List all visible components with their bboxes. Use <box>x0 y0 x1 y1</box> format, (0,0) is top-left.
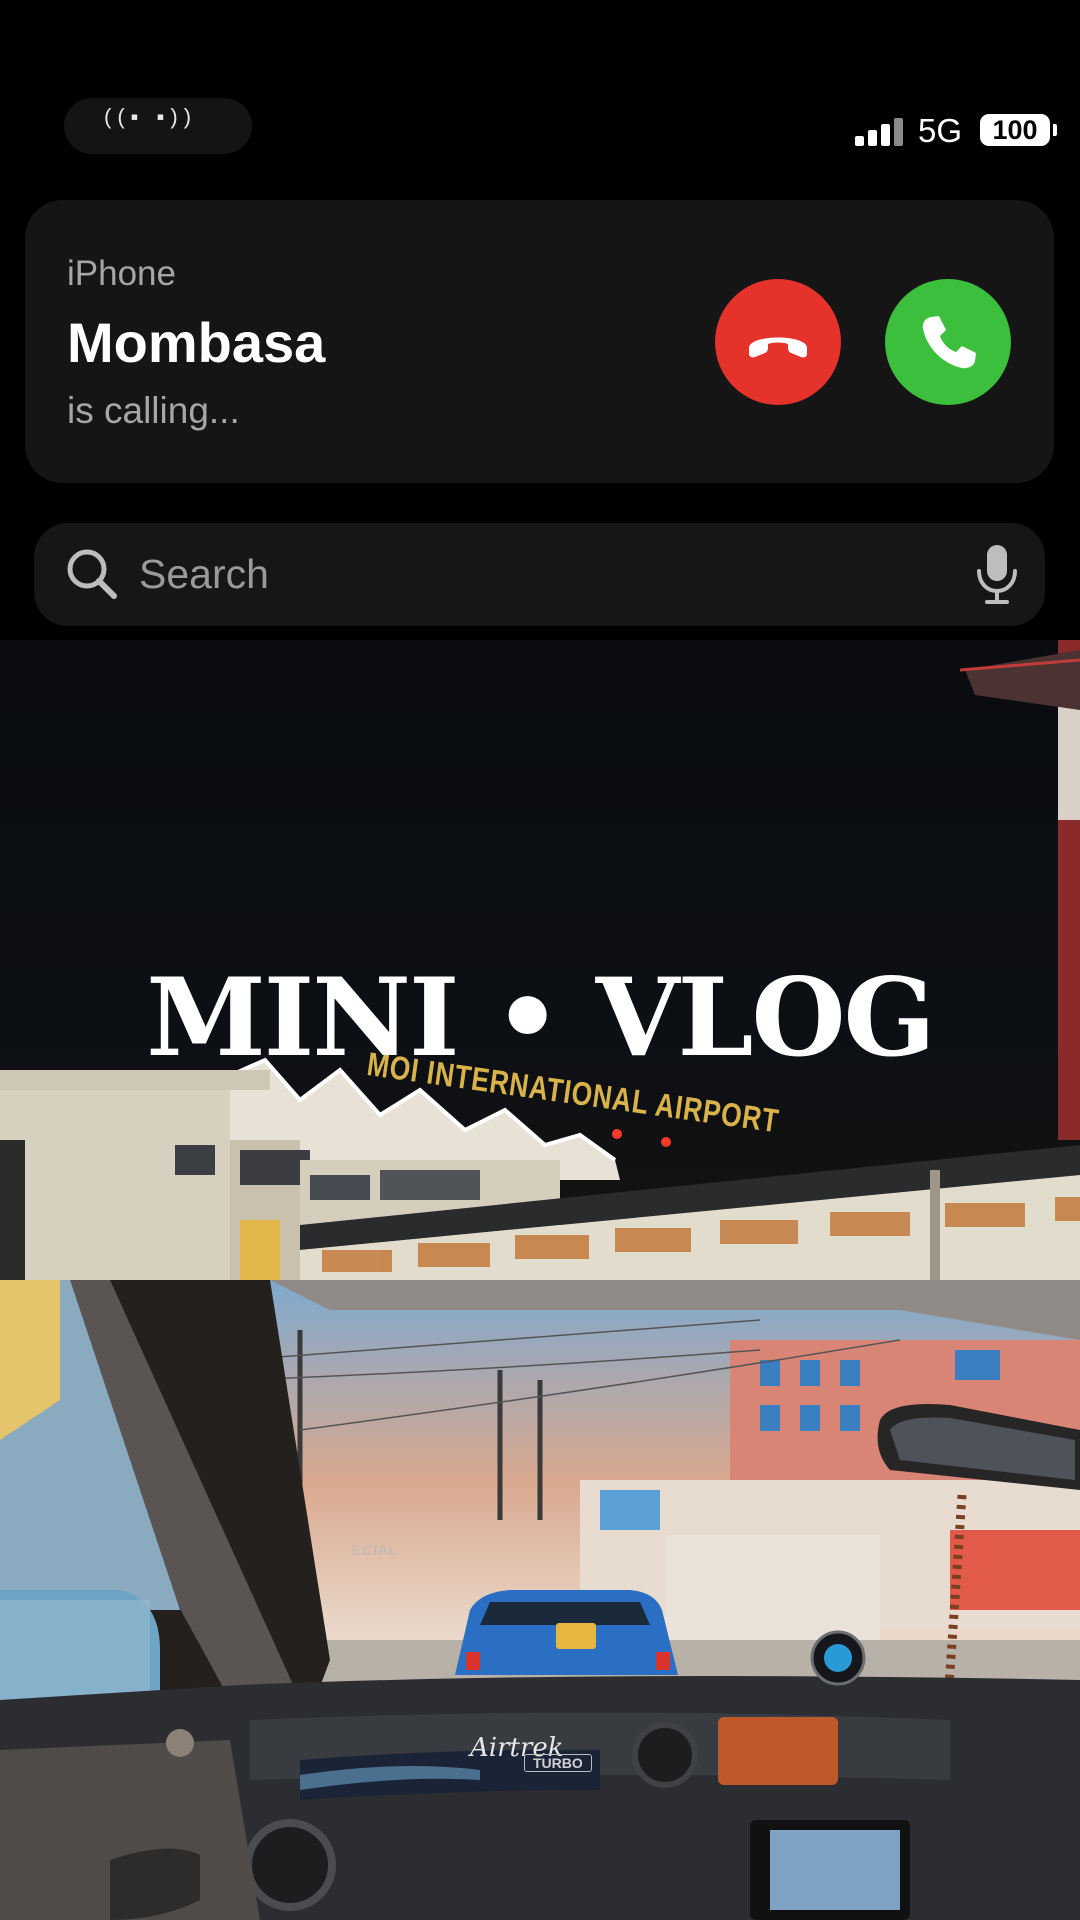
dynamic-island: ((▪ ▪)) <box>64 98 252 154</box>
cellular-signal-icon <box>855 118 905 146</box>
status-bar: ((▪ ▪)) 5G 100 <box>0 0 1080 160</box>
search-field[interactable]: Search <box>34 523 1045 626</box>
battery-icon: 100 <box>980 114 1057 146</box>
dashboard-badge: TURBO <box>524 1754 592 1772</box>
call-source-label: iPhone <box>67 254 176 293</box>
license-plate <box>556 1623 596 1649</box>
phone-icon <box>922 316 976 369</box>
search-placeholder: Search <box>139 551 269 597</box>
search-icon <box>67 549 117 599</box>
accept-call-button[interactable] <box>885 279 1011 405</box>
incoming-call-banner[interactable]: iPhone Mombasa is calling... <box>25 200 1054 483</box>
phone-hangup-icon <box>749 337 807 358</box>
car-interior-image <box>0 1280 1080 1920</box>
caller-name: Mombasa <box>67 311 326 374</box>
battery-level: 100 <box>992 115 1038 145</box>
call-activity-indicator: ((▪ ▪)) <box>104 104 198 129</box>
airport-video-frame: MOI INTERNATIONAL AIRPORT MINI • VLOG <box>0 640 1080 1280</box>
call-status-text: is calling... <box>67 390 240 431</box>
decline-call-button[interactable] <box>715 279 841 405</box>
car-interior-video-frame: ECIAL Airtrek TURBO <box>0 1280 1080 1920</box>
mic-icon[interactable] <box>974 543 1020 605</box>
street-shop-sign: ECIAL <box>352 1542 398 1558</box>
video-title-overlay: MINI • VLOG <box>146 955 936 1081</box>
network-type: 5G <box>918 112 963 149</box>
